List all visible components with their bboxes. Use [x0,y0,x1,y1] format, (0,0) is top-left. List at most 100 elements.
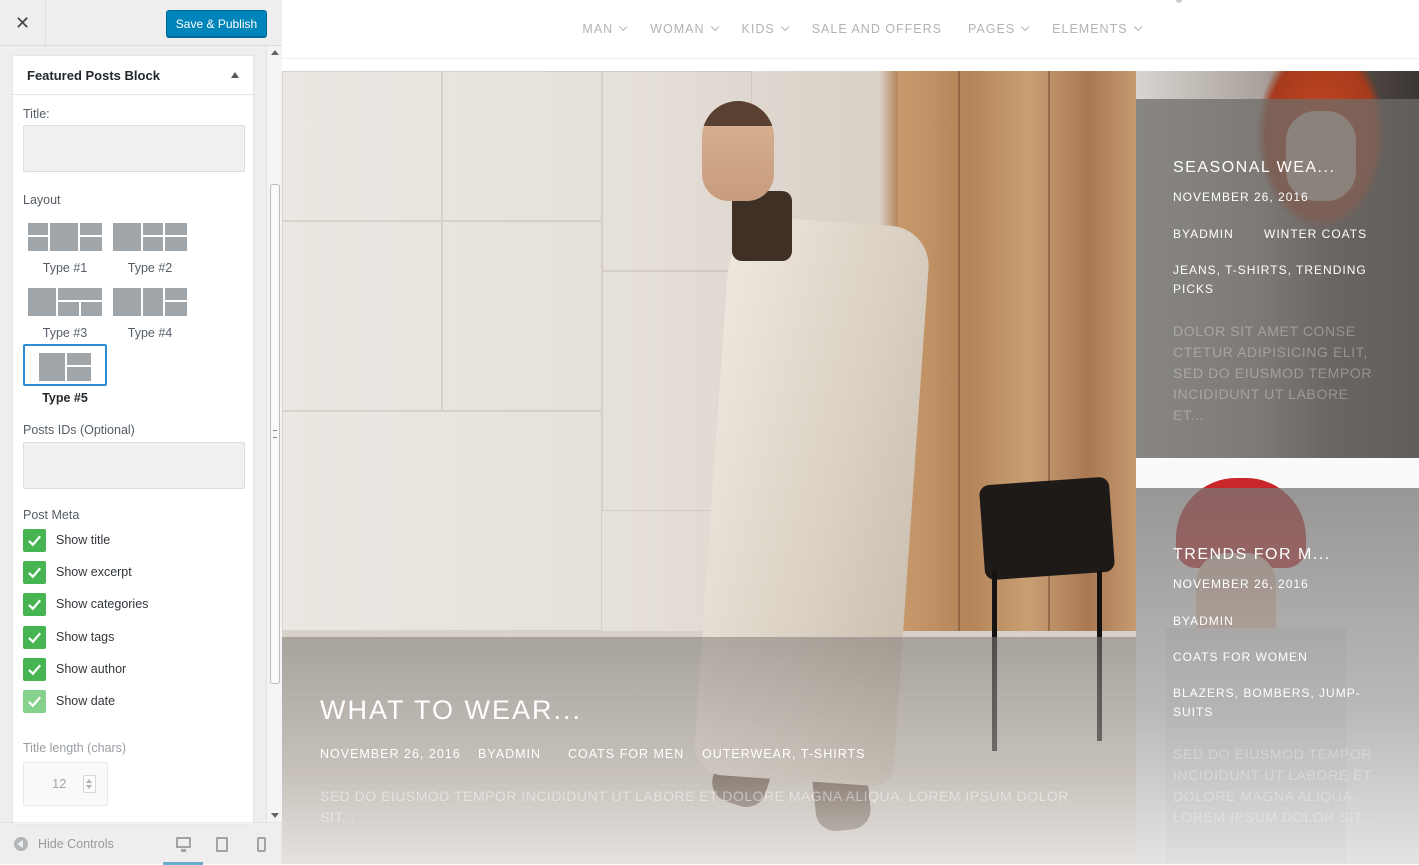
checkmark-icon[interactable] [23,689,46,713]
nav-label: KIDS [741,22,775,36]
nav-item-kids[interactable]: KIDS [741,22,790,36]
checkbox-label: Show categories [56,597,149,611]
layout-option-type-5[interactable]: Type #5 [23,344,107,405]
tablet-icon [216,836,228,852]
chevron-down-icon [780,22,790,32]
site-preview: MAN WOMAN KIDS SALE AND OFFERS PAGES ELE… [282,0,1419,864]
title-field-label: Title: [23,107,50,121]
post-ids-label: Posts IDs (Optional) [23,423,135,437]
layout-type-3-icon [28,288,102,316]
layout-option-type-1[interactable]: Type #1 [23,223,107,275]
collapse-caret-icon[interactable] [231,72,239,78]
post-excerpt: SED DO EIUSMOD TEMPOR INCIDIDUNT UT LABO… [320,788,1069,825]
nav-label: ELEMENTS [1052,22,1128,36]
layout-type-2-icon [113,223,187,251]
layout-type-4-icon [113,288,187,316]
layout-type-5-label: Type #5 [42,391,88,405]
title-input[interactable] [23,125,245,172]
post-category[interactable]: WINTER COATS [1264,225,1367,244]
checkmark-icon[interactable] [23,528,46,552]
sidebar-scrollbar[interactable] [266,46,282,822]
checkmark-icon[interactable] [23,560,46,584]
post-author[interactable]: BYADMIN [478,747,541,761]
scrollbar-thumb[interactable] [270,184,280,684]
hide-controls-button[interactable]: Hide Controls [14,837,114,851]
checkbox-label: Show excerpt [56,565,132,579]
customizer-footer: Hide Controls [0,822,282,865]
checkbox-label: Show title [56,533,111,547]
nav-item-pages[interactable]: PAGES [968,22,1030,36]
side-post-2-title[interactable]: TRENDS FOR M... [1173,546,1331,564]
nav-item-woman[interactable]: WOMAN [650,22,719,36]
chevron-down-icon [1133,22,1142,32]
nav-item-elements[interactable]: ELEMENTS [1052,22,1142,36]
checkbox-show-categories[interactable]: Show categories [23,592,148,616]
title-length-label: Title length (chars) [23,741,127,755]
panel-title: Featured Posts Block [27,67,160,83]
post-date: NOVEMBER 26, 2016 [1173,577,1309,591]
chevron-down-icon [1021,22,1030,32]
save-publish-button[interactable]: Save & Publish [166,10,267,37]
nav-item-man[interactable]: MAN [582,22,628,36]
nav-label: SALE AND OFFERS [811,22,943,36]
title-length-value: 12 [52,776,67,791]
featured-posts-block-panel: Featured Posts Block Title: Layout Type … [12,55,254,825]
nav-item-sale-and-offers[interactable]: SALE AND OFFERS [812,22,942,36]
layout-type-1-icon [28,223,102,251]
checkbox-show-title[interactable]: Show title [23,528,110,552]
chevron-down-icon [710,22,719,32]
checkbox-show-excerpt[interactable]: Show excerpt [23,560,132,584]
nav-dot [1176,0,1182,3]
featured-post-title[interactable]: WHAT TO WEAR... [320,695,582,726]
post-meta-label: Post Meta [23,508,80,522]
preview-tablet-button[interactable] [202,823,242,865]
close-icon[interactable]: ✕ [0,0,46,46]
post-author[interactable]: BYADMIN [1173,612,1234,631]
post-date: NOVEMBER 26, 2016 [1173,190,1309,204]
post-author[interactable]: BYADMIN [1173,225,1234,244]
checkbox-show-tags[interactable]: Show tags [23,625,114,649]
nav-label: WOMAN [650,22,705,36]
panel-header[interactable]: Featured Posts Block [13,56,253,95]
post-excerpt: DOLOR SIT AMET CONSE CTETUR ADIPISICING … [1173,323,1373,423]
featured-post-side-1[interactable]: SEASONAL WEA... NOVEMBER 26, 2016 BYADMI… [1136,71,1419,458]
layout-type-1-label: Type #1 [42,261,88,275]
chevron-down-icon [619,22,628,32]
side-post-1-title[interactable]: SEASONAL WEA... [1173,159,1335,177]
layout-type-5-icon [39,353,91,381]
layout-option-type-3[interactable]: Type #3 [23,288,107,340]
post-category[interactable]: COATS FOR WOMEN [1173,648,1308,667]
featured-post-main[interactable]: WHAT TO WEAR... NOVEMBER 26, 2016 BYADMI… [282,71,1136,864]
chair-image [978,476,1116,581]
featured-post-side-2[interactable]: TRENDS FOR M... NOVEMBER 26, 2016 BYADMI… [1136,458,1419,864]
nav-label: MAN [582,22,614,36]
layout-label: Layout [23,193,61,207]
title-length-input[interactable]: 12 [23,762,108,806]
checkbox-label: Show tags [56,630,115,644]
layout-type-3-label: Type #3 [42,326,88,340]
preview-desktop-button[interactable] [163,823,203,865]
checkbox-show-date[interactable]: Show date [23,689,115,713]
post-ids-input[interactable] [23,442,245,489]
layout-option-type-2[interactable]: Type #2 [108,223,192,275]
post-category[interactable]: COATS FOR MEN [568,747,684,761]
checkbox-show-author[interactable]: Show author [23,657,126,681]
preview-mobile-button[interactable] [241,823,281,865]
customizer-header: ✕ Save & Publish [0,0,282,46]
layout-type-4-label: Type #4 [127,326,173,340]
post-tags[interactable]: OUTERWEAR, T-SHIRTS [702,747,865,761]
desktop-icon [175,837,191,852]
nav-label: PAGES [968,22,1016,36]
post-tags[interactable]: BLAZERS, BOMBERS, JUMP-SUITS [1173,684,1373,722]
layout-option-type-4[interactable]: Type #4 [108,288,192,340]
customizer-sidebar: ✕ Save & Publish Featured Posts Block Ti… [0,0,282,865]
hide-controls-label: Hide Controls [38,837,114,851]
checkmark-icon[interactable] [23,592,46,616]
scroll-up-arrow-icon[interactable] [271,50,279,55]
number-stepper[interactable] [83,775,96,793]
post-tags[interactable]: JEANS, T-SHIRTS, TRENDING PICKS [1173,261,1373,299]
scroll-down-arrow-icon[interactable] [271,813,279,818]
collapse-arrow-icon [14,837,28,851]
checkmark-icon[interactable] [23,657,46,681]
checkmark-icon[interactable] [23,625,46,649]
